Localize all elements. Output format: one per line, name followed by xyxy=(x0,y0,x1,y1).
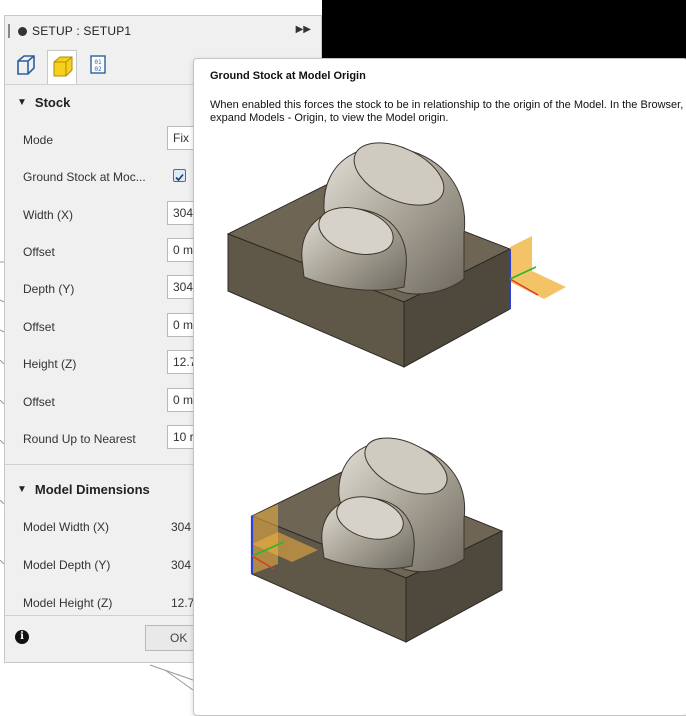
row-label-depth-offset: Offset xyxy=(23,320,55,334)
tooltip-title: Ground Stock at Model Origin xyxy=(210,70,366,82)
tab-post-process[interactable]: 01 02 xyxy=(83,50,113,80)
row-label-width-offset: Offset xyxy=(23,245,55,259)
stock-origin-figure-bottom xyxy=(250,437,504,643)
tab-setup[interactable] xyxy=(11,50,41,80)
collapse-triangle-icon: ▼ xyxy=(17,96,27,108)
row-label-depth: Depth (Y) xyxy=(23,282,75,296)
svg-text:01: 01 xyxy=(94,59,102,66)
stock-tab-icon xyxy=(53,56,73,77)
panel-title: SETUP : SETUP1 xyxy=(32,24,132,38)
tab-stock[interactable] xyxy=(47,50,77,84)
svg-text:02: 02 xyxy=(94,66,102,73)
panel-titlebar[interactable]: SETUP : SETUP1 ▶▶ xyxy=(5,16,321,46)
tooltip-popup: Ground Stock at Model Origin When enable… xyxy=(193,58,686,716)
row-label-model-width: Model Width (X) xyxy=(23,520,110,534)
row-label-height: Height (Z) xyxy=(23,357,77,371)
drag-handle-icon[interactable] xyxy=(8,24,10,38)
row-label-model-depth: Model Depth (Y) xyxy=(23,558,111,572)
setup-tab-icon xyxy=(17,55,35,75)
row-label-ground-stock: Ground Stock at Moc... xyxy=(23,170,146,184)
stock-section-title: Stock xyxy=(34,94,71,110)
model-height-value: 12.7 xyxy=(171,596,195,610)
model-depth-value: 304 xyxy=(171,558,192,572)
stock-origin-figure-top xyxy=(226,142,566,368)
expand-panel-icon[interactable]: ▶▶ xyxy=(296,24,311,35)
row-label-round-up: Round Up to Nearest xyxy=(23,432,136,446)
row-label-height-offset: Offset xyxy=(23,395,55,409)
row-label-model-height: Model Height (Z) xyxy=(23,596,113,610)
ground-stock-checkbox[interactable] xyxy=(173,169,186,182)
model-width-value: 304 xyxy=(171,520,192,534)
row-label-width: Width (X) xyxy=(23,208,74,222)
row-label-mode: Mode xyxy=(23,133,54,147)
collapse-triangle-icon: ▼ xyxy=(17,483,27,495)
post-process-tab-icon: 01 02 xyxy=(90,55,106,74)
info-icon[interactable]: i xyxy=(15,630,29,644)
model-dimensions-section-title: Model Dimensions xyxy=(34,481,150,497)
checkmark-icon xyxy=(175,173,184,182)
setup-dot-icon xyxy=(18,26,27,36)
